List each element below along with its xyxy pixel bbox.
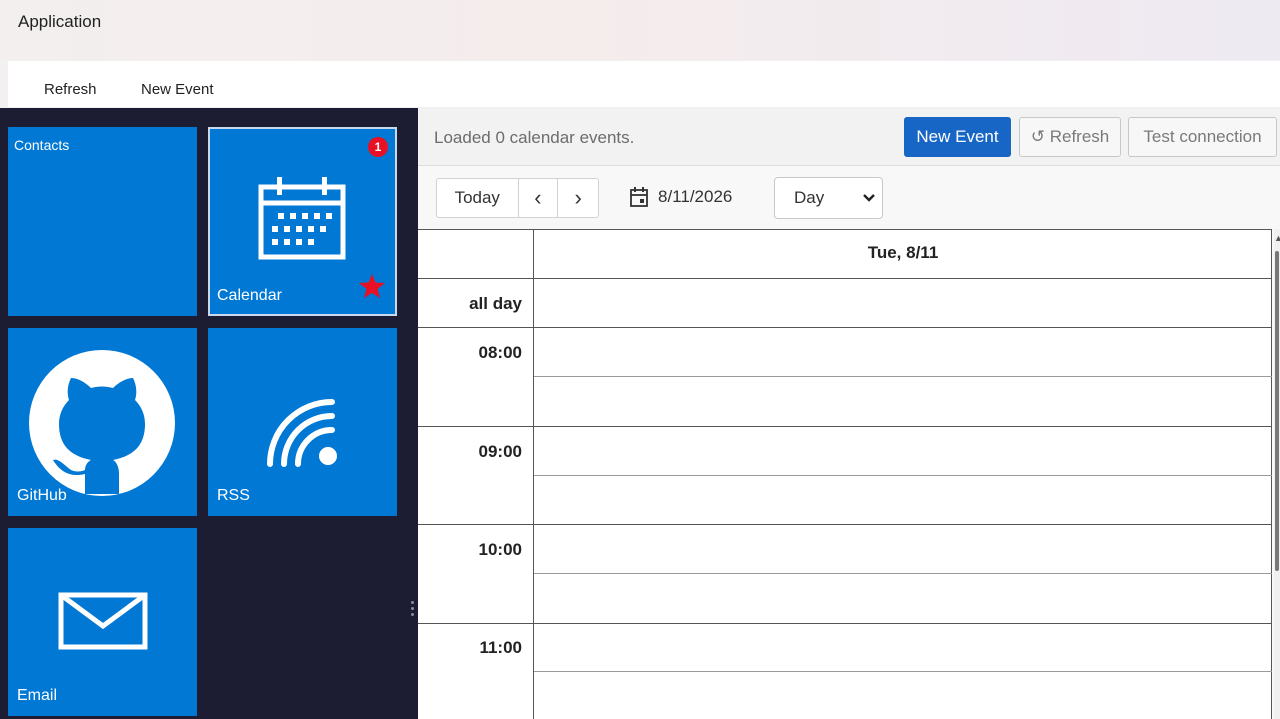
day-grid: Tue, 8/11 all day 08:00 09:00 10:00 11:0…: [418, 229, 1272, 719]
grid-line: [418, 524, 1272, 525]
prev-button[interactable]: ‹: [519, 179, 559, 217]
grid-line: [534, 376, 1272, 377]
github-icon: [29, 350, 175, 496]
notification-badge: 1: [368, 137, 388, 157]
hour-label: 09:00: [478, 442, 522, 461]
chevron-right-icon: ›: [574, 185, 582, 210]
new-event-button[interactable]: New Event: [904, 117, 1011, 157]
hour-label: 10:00: [478, 540, 522, 559]
grid-line: [418, 623, 1272, 624]
day-header: Tue, 8/11: [867, 243, 939, 262]
test-connection-button[interactable]: Test connection: [1128, 117, 1277, 157]
mail-icon: [58, 592, 148, 650]
grid-line: [418, 278, 1272, 279]
scrollbar-thumb[interactable]: [1275, 251, 1279, 571]
status-text: Loaded 0 calendar events.: [434, 128, 635, 147]
tile-label: Email: [17, 687, 58, 704]
grid-line: [418, 426, 1272, 427]
menu-refresh[interactable]: Refresh: [44, 81, 97, 98]
tile-calendar[interactable]: 1 Calendar: [208, 127, 397, 316]
date-text: 8/11/2026: [658, 187, 733, 206]
calendar-toolbar: Loaded 0 calendar events. New Event ↺ Re…: [418, 108, 1280, 166]
calendar-icon: [630, 187, 648, 207]
hour-label: 11:00: [479, 638, 522, 657]
tile-rss[interactable]: RSS: [208, 328, 397, 516]
tile-email[interactable]: Email: [8, 528, 197, 716]
view-select[interactable]: Day: [774, 177, 883, 219]
panel-splitter[interactable]: [411, 598, 415, 628]
calendar-panel: Loaded 0 calendar events. New Event ↺ Re…: [418, 108, 1280, 719]
refresh-button[interactable]: ↺ Refresh: [1019, 117, 1121, 157]
grid-line: [418, 327, 1272, 328]
star-icon: [359, 274, 385, 298]
tile-label: RSS: [217, 487, 250, 504]
rss-icon: [267, 399, 337, 467]
grid-line: [534, 671, 1272, 672]
tile-panel: Contacts 1 Calendar GitHub RSS Email: [0, 108, 418, 719]
scroll-up-icon[interactable]: ▲: [1274, 233, 1280, 243]
today-button[interactable]: Today: [437, 179, 519, 217]
menu-new-event[interactable]: New Event: [141, 81, 214, 98]
all-day-label: all day: [469, 294, 522, 313]
calendar-nav: Today ‹ › 8/11/2026 Day: [418, 167, 1280, 229]
nav-button-group: Today ‹ ›: [436, 178, 599, 218]
window-title: Application: [18, 12, 102, 31]
view-select-value: Day: [794, 188, 825, 207]
calendar-icon: [258, 177, 346, 260]
next-button[interactable]: ›: [558, 179, 598, 217]
tile-github[interactable]: GitHub: [8, 328, 197, 516]
grid-line: [534, 573, 1272, 574]
tile-label: GitHub: [17, 487, 67, 504]
grid-line: [534, 475, 1272, 476]
hour-label: 08:00: [478, 343, 522, 362]
date-picker[interactable]: 8/11/2026: [630, 187, 732, 207]
tile-contacts[interactable]: Contacts: [8, 127, 197, 316]
menu-bar: Refresh New Event: [8, 61, 1280, 107]
tile-label: Contacts: [14, 137, 70, 153]
tile-label: Calendar: [217, 287, 282, 304]
title-bar: Application: [0, 0, 1280, 60]
grid-scrollbar[interactable]: ▲: [1274, 229, 1280, 719]
chevron-down-icon: [863, 194, 875, 202]
chevron-left-icon: ‹: [534, 185, 542, 210]
